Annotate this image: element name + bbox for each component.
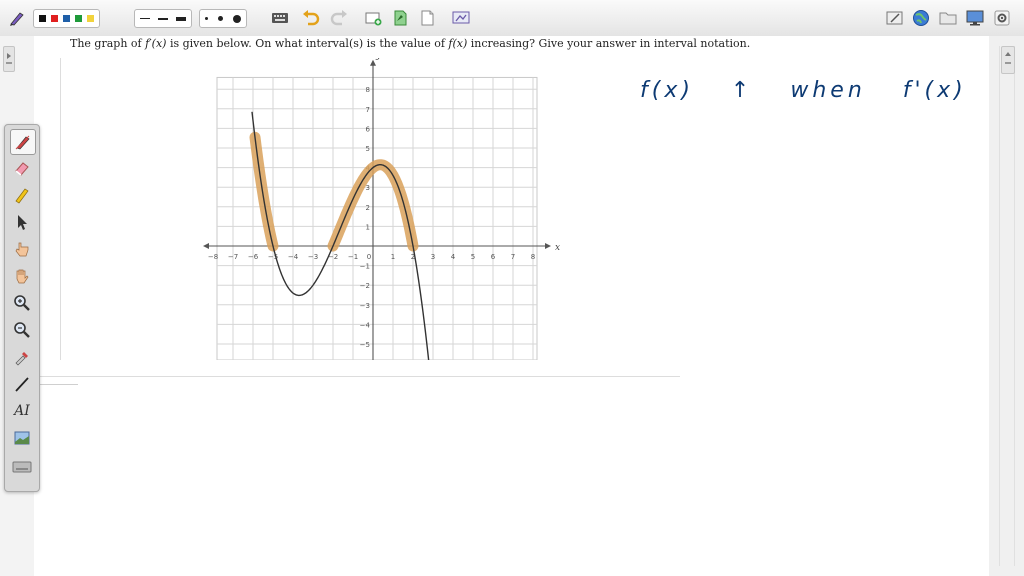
color-yellow-swatch[interactable] <box>87 15 94 22</box>
redo-icon[interactable] <box>328 7 350 29</box>
y-tick-label: 5 <box>366 145 370 153</box>
pointer-icon[interactable] <box>10 210 34 234</box>
x-tick-label: 8 <box>531 253 535 261</box>
blank-page-icon[interactable] <box>416 7 438 29</box>
scrollbar-track[interactable] <box>999 46 1015 566</box>
scroll-up-button[interactable] <box>1001 46 1015 74</box>
y-tick-label: 6 <box>366 125 371 133</box>
medium-dot-button[interactable] <box>218 16 223 21</box>
x-tick-label: 0 <box>367 253 371 261</box>
x-tick-label: −3 <box>308 253 318 261</box>
y-axis-label: y <box>375 58 382 61</box>
top-toolbar <box>0 0 1024 37</box>
x-tick-label: −6 <box>248 253 259 261</box>
side-tool-palette: AI <box>4 124 40 492</box>
x-tick-label: 4 <box>451 253 456 261</box>
handwritten-note: f(x) ↑ when f'(x) > 0. <box>640 78 988 103</box>
y-tick-label: −5 <box>360 341 370 349</box>
y-tick-label: 3 <box>366 184 370 192</box>
page-marker <box>38 384 78 385</box>
question-part: The graph of <box>70 37 146 50</box>
medium-line-button[interactable] <box>158 17 168 20</box>
line-thickness-group <box>134 9 192 28</box>
edit-icon[interactable] <box>884 7 906 29</box>
pen-tool-icon[interactable] <box>6 7 28 29</box>
x-tick-label: −1 <box>348 253 358 261</box>
settings-icon[interactable] <box>991 7 1013 29</box>
keyboard-icon[interactable] <box>269 7 291 29</box>
graph-region: xy−8−7−6−5−4−3−2−101234567887654321−1−2−… <box>60 51 681 362</box>
x-tick-label: 5 <box>471 253 475 261</box>
question-math-fx: f(x) <box>448 37 468 50</box>
undo-icon[interactable] <box>300 7 322 29</box>
question-math-fprime: f′(x) <box>145 37 167 50</box>
x-tick-label: −8 <box>208 253 218 261</box>
y-tick-label: 2 <box>366 204 370 212</box>
color-blue-swatch[interactable] <box>63 15 70 22</box>
question-text: The graph of f′(x) is given below. On wh… <box>70 37 750 50</box>
dot-size-group <box>199 9 247 28</box>
eraser-icon[interactable] <box>10 156 34 180</box>
page-divider <box>40 376 680 377</box>
y-tick-label: 8 <box>366 86 370 94</box>
x-tick-label: −7 <box>228 253 238 261</box>
x-tick-label: 6 <box>491 253 496 261</box>
small-dot-button[interactable] <box>205 17 208 20</box>
question-part: increasing? Give your answer in interval… <box>467 37 751 50</box>
y-tick-label: −1 <box>360 263 370 271</box>
highlighter-icon[interactable] <box>10 183 34 207</box>
x-axis-label: x <box>555 243 560 253</box>
thin-line-button[interactable] <box>140 18 150 19</box>
insert-page-icon[interactable] <box>389 7 411 29</box>
keyboard-icon[interactable] <box>10 455 34 479</box>
pen-icon[interactable] <box>10 129 36 155</box>
fprime-graph: xy−8−7−6−5−4−3−2−101234567887654321−1−2−… <box>203 51 560 362</box>
pen-color-group <box>33 9 100 28</box>
new-page-icon[interactable] <box>362 7 384 29</box>
right-scroll-strip <box>989 36 1024 576</box>
globe-icon[interactable] <box>910 7 932 29</box>
color-green-swatch[interactable] <box>75 15 82 22</box>
large-dot-button[interactable] <box>233 14 241 23</box>
handwritten-note-text: f(x) ↑ when f'(x) > 0. <box>640 78 988 103</box>
color-red-swatch[interactable] <box>51 15 58 22</box>
hand-pointer-icon[interactable] <box>10 237 34 261</box>
x-axis-arrow <box>545 243 551 249</box>
image-icon[interactable] <box>10 426 34 450</box>
collapse-tab[interactable] <box>3 46 15 72</box>
folder-icon[interactable] <box>937 7 959 29</box>
text-icon[interactable]: AI <box>10 399 34 423</box>
y-tick-label: 1 <box>366 223 370 231</box>
eyedropper-icon[interactable] <box>10 345 34 369</box>
thick-line-button[interactable] <box>176 16 186 21</box>
y-tick-label: −2 <box>360 282 370 290</box>
y-tick-label: −4 <box>360 321 371 329</box>
x-tick-label: 3 <box>431 253 435 261</box>
zoom-out-icon[interactable] <box>10 318 34 342</box>
zoom-in-icon[interactable] <box>10 291 34 315</box>
line-icon[interactable] <box>10 372 34 396</box>
screenshot-icon[interactable] <box>450 7 472 29</box>
x-tick-label: −4 <box>288 253 299 261</box>
hand-drag-icon[interactable] <box>10 264 34 288</box>
monitor-icon[interactable] <box>964 7 986 29</box>
x-tick-label: 7 <box>511 253 515 261</box>
y-tick-label: 7 <box>366 106 370 114</box>
x-tick-label: 1 <box>391 253 395 261</box>
x-axis-arrow <box>203 243 209 249</box>
y-tick-label: −3 <box>360 302 370 310</box>
question-part: is given below. On what interval(s) is t… <box>166 37 449 50</box>
color-black-swatch[interactable] <box>39 15 46 22</box>
